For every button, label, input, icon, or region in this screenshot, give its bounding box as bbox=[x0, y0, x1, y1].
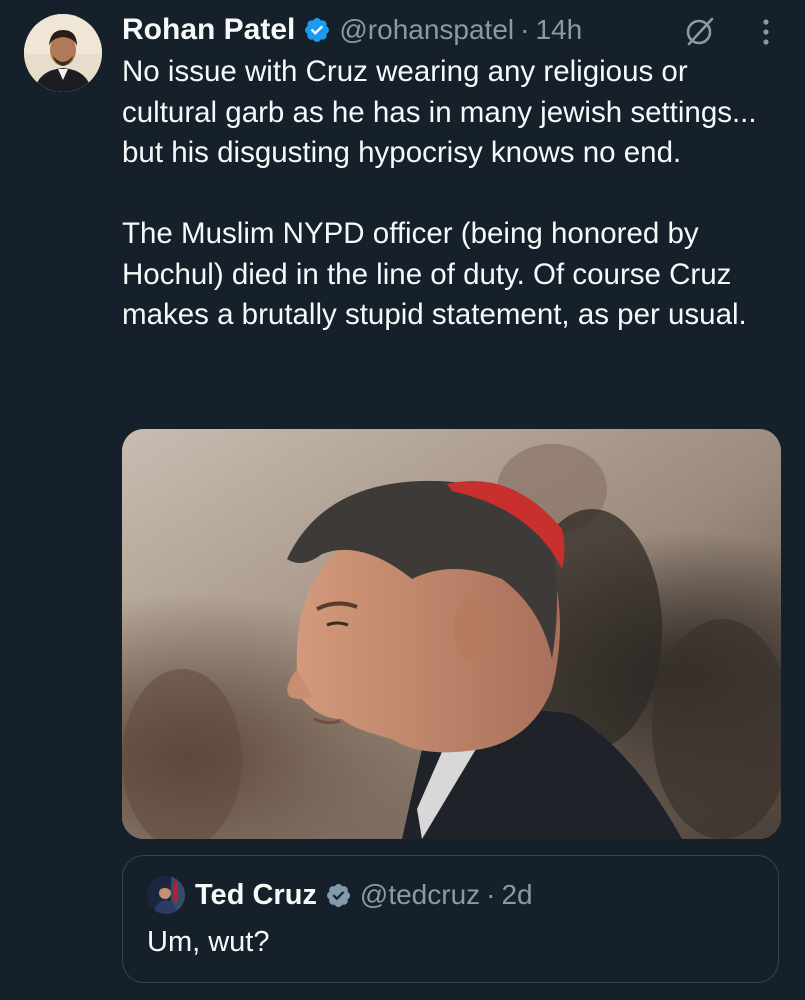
tweet-photo[interactable] bbox=[122, 429, 781, 839]
quoted-tweet[interactable]: Ted Cruz @tedcruz · 2d Um, wut? bbox=[122, 855, 779, 983]
quoted-tweet-timestamp[interactable]: 2d bbox=[501, 879, 532, 911]
verified-badge-icon[interactable] bbox=[325, 882, 352, 909]
quoted-tweet-header: Ted Cruz @tedcruz · 2d bbox=[195, 876, 533, 914]
tweet-header: Rohan Patel @rohanspatel · 14h bbox=[122, 10, 582, 50]
quoted-header-separator: · bbox=[486, 879, 496, 910]
author-display-name[interactable]: Rohan Patel bbox=[122, 13, 295, 47]
header-separator: · bbox=[520, 14, 530, 45]
tweet-paragraph: The Muslim NYPD officer (being honored b… bbox=[122, 217, 747, 331]
author-avatar[interactable] bbox=[24, 14, 102, 92]
quoted-author-handle[interactable]: @tedcruz bbox=[360, 879, 480, 911]
author-handle[interactable]: @rohanspatel bbox=[339, 14, 514, 46]
quoted-author-avatar[interactable] bbox=[147, 876, 185, 914]
tweet-timestamp[interactable]: 14h bbox=[535, 14, 582, 46]
quoted-author-display-name[interactable]: Ted Cruz bbox=[195, 879, 317, 912]
quoted-tweet-text: Um, wut? bbox=[147, 926, 270, 958]
tweet-paragraph: No issue with Cruz wearing any religious… bbox=[122, 55, 757, 169]
tweet[interactable]: Rohan Patel @rohanspatel · 14h No issue … bbox=[0, 0, 805, 1000]
tweet-text: No issue with Cruz wearing any religious… bbox=[122, 52, 787, 336]
more-options-icon[interactable] bbox=[752, 14, 780, 48]
verified-badge-icon[interactable] bbox=[303, 16, 331, 44]
grok-icon[interactable] bbox=[683, 14, 717, 48]
